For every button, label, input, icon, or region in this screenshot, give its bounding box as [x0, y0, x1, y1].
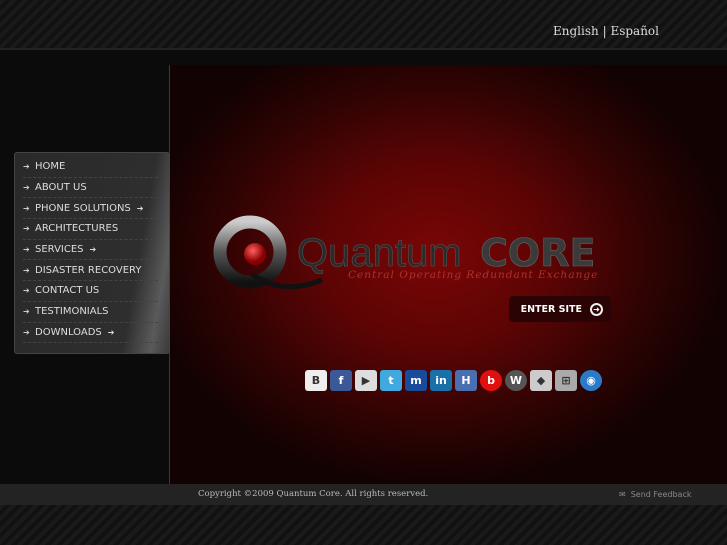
- twitter-icon[interactable]: t: [380, 370, 402, 391]
- youtube-icon[interactable]: ▶: [355, 370, 377, 391]
- menu-item-disaster-recovery[interactable]: ➔ DISASTER RECOVERY: [23, 260, 158, 282]
- copyright-text: Copyright ©2009 Quantum Core. All rights…: [198, 489, 429, 499]
- footer: Copyright ©2009 Quantum Core. All rights…: [0, 484, 727, 505]
- arrow-right-icon: ➔: [23, 265, 30, 275]
- hi5-icon[interactable]: H: [455, 370, 477, 391]
- arrow-right-icon: ➔: [23, 203, 30, 213]
- menu-item-label: ABOUT US: [35, 182, 87, 194]
- menu-item-label: TESTIMONIALS: [35, 306, 109, 318]
- send-feedback-link[interactable]: ✉ Send Feedback: [619, 490, 692, 499]
- svg-text:Central Operating Redundant Ex: Central Operating Redundant Exchange: [348, 269, 598, 281]
- wordpress-icon[interactable]: W: [505, 370, 527, 391]
- myspace-icon[interactable]: m: [405, 370, 427, 391]
- submenu-arrow-icon: ➔: [136, 203, 144, 213]
- enter-site-label: ENTER SITE: [520, 303, 582, 315]
- globe-icon[interactable]: ◉: [580, 370, 602, 391]
- linkedin-icon[interactable]: in: [430, 370, 452, 391]
- arrow-right-icon: ➔: [23, 307, 30, 317]
- arrow-right-icon: ➔: [23, 245, 30, 255]
- bottom-bar: [0, 505, 727, 545]
- lang-separator: |: [602, 24, 607, 38]
- blog-icon[interactable]: B: [305, 370, 327, 391]
- logo-ball-icon: [244, 243, 266, 265]
- envelope-icon: ✉: [619, 490, 626, 499]
- menu-item-label: HOME: [35, 161, 66, 173]
- network-icon[interactable]: ⊞: [555, 370, 577, 391]
- send-feedback-label: Send Feedback: [630, 490, 692, 499]
- top-bar: English | Español: [0, 0, 727, 50]
- menu-item-about-us[interactable]: ➔ ABOUT US: [23, 178, 158, 199]
- menu-item-home[interactable]: ➔ HOME: [23, 157, 158, 178]
- menu-item-contact-us[interactable]: ➔ CONTACT US: [23, 281, 158, 302]
- social-icons: Bf ▶ t m in Hb W ◆ ⊞ ◉: [305, 370, 602, 391]
- submenu-arrow-icon: ➔: [107, 327, 115, 337]
- facebook-icon[interactable]: f: [330, 370, 352, 391]
- bebo-icon[interactable]: b: [480, 370, 502, 391]
- menu-item-label: PHONE SOLUTIONS: [35, 202, 131, 214]
- menu-item-label: SERVICES: [35, 244, 84, 256]
- menu-item-services[interactable]: ➔ SERVICES ➔: [23, 240, 158, 261]
- quantum-core-logo: Quantum CORE Central Operating Redundant…: [213, 215, 598, 290]
- arrow-right-icon: ➔: [23, 224, 30, 234]
- lang-espanol-link[interactable]: Español: [610, 24, 659, 38]
- menu-item-label: DOWNLOADS: [35, 326, 102, 338]
- language-switcher: English | Español: [553, 24, 659, 38]
- arrow-right-icon: ➔: [23, 183, 30, 193]
- menu-item-label: ARCHITECTURES: [35, 223, 119, 235]
- menu-item-label: DISASTER RECOVERY: [35, 264, 142, 276]
- menu-item-label: CONTACT US: [35, 285, 100, 297]
- delicious-icon[interactable]: ◆: [530, 370, 552, 391]
- lang-english-link[interactable]: English: [553, 24, 599, 38]
- arrow-right-icon: ➔: [23, 286, 30, 296]
- menu-item-downloads[interactable]: ➔ DOWNLOADS ➔: [23, 323, 158, 344]
- enter-site-button[interactable]: ENTER SITE ➜: [509, 296, 611, 322]
- arrow-right-circle-icon: ➜: [590, 302, 603, 316]
- arrow-right-icon: ➔: [23, 162, 30, 172]
- menu-item-phone-solutions[interactable]: ➔ PHONE SOLUTIONS ➔: [23, 198, 158, 220]
- menu-item-architectures[interactable]: ➔ ARCHITECTURES: [23, 219, 158, 240]
- arrow-right-icon: ➔: [23, 327, 30, 337]
- nav-menu: ➔ HOME ➔ ABOUT US ➔ PHONE SOLUTIONS ➔ ➔ ARCHITEC…: [14, 152, 170, 354]
- menu-item-testimonials[interactable]: ➔ TESTIMONIALS: [23, 302, 158, 323]
- submenu-arrow-icon: ➔: [89, 245, 97, 255]
